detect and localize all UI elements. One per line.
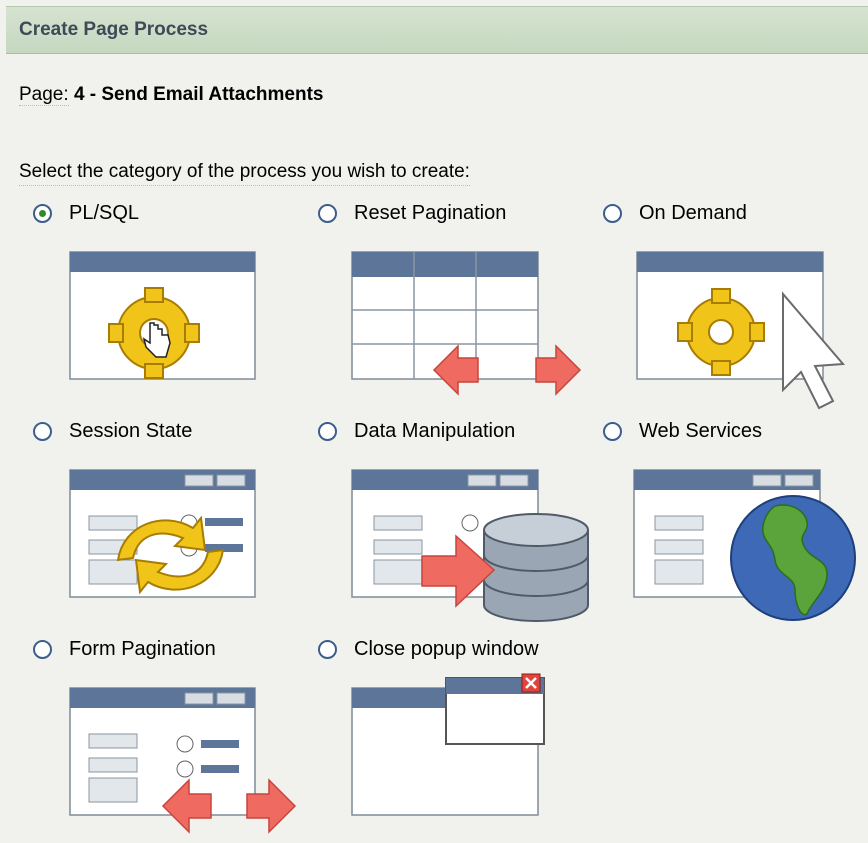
option-session-state[interactable]: Session State — [33, 420, 313, 620]
option-plsql[interactable]: PL/SQL — [33, 202, 313, 402]
option-web-services[interactable]: Web Services — [603, 420, 868, 621]
gear-hand-icon — [69, 251, 256, 380]
option-form-pagination[interactable]: Form Pagination — [33, 638, 313, 838]
popup-close-icon — [351, 673, 545, 816]
table-arrows-icon — [351, 251, 582, 396]
option-on-demand[interactable]: On Demand — [603, 202, 868, 410]
page-label: Page: — [19, 84, 69, 106]
globe-icon — [633, 469, 856, 621]
form-arrows-icon — [69, 687, 297, 834]
region-header: Create Page Process — [6, 6, 868, 54]
page-info: Page: 4 - Send Email Attachments — [19, 84, 323, 106]
instruction-text: Select the category of the process you w… — [19, 161, 470, 186]
refresh-arrows-icon — [69, 469, 256, 598]
page-value: 4 - Send Email Attachments — [73, 84, 324, 105]
option-reset-pagination[interactable]: Reset Pagination — [318, 202, 598, 402]
gear-cursor-icon — [636, 251, 846, 410]
database-icon — [351, 469, 589, 622]
option-close-popup[interactable]: Close popup window — [318, 638, 598, 838]
option-data-manipulation[interactable]: Data Manipulation — [318, 420, 598, 622]
page-title: Create Page Process — [19, 19, 209, 40]
